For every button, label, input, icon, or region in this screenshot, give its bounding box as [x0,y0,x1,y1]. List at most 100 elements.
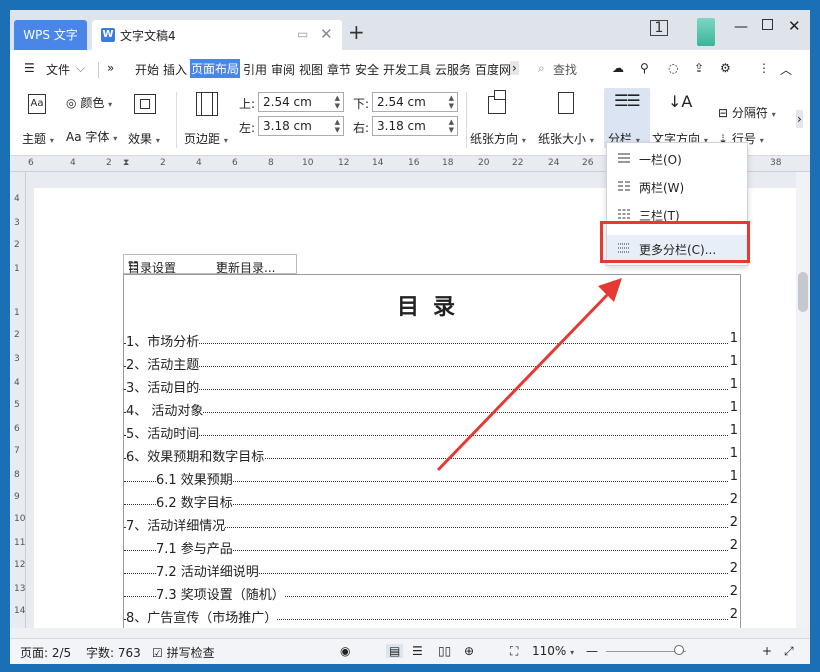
page-indicator[interactable]: 页面: 2/5 [20,644,71,661]
toc-entry[interactable]: 5、活动时间 1 [124,423,742,443]
document-tab[interactable]: W 文字文稿4 ▭ ✕ [92,20,342,50]
spell-check-button[interactable]: ☑ 拼写检查 [152,644,215,661]
margins-button[interactable]: 页边距 ▾ [184,130,228,147]
orientation-icon[interactable] [486,90,508,116]
toc-entry[interactable]: 1、市场分析 1 [124,331,742,351]
menu-item-two-columns[interactable]: 两栏(W) [607,173,747,201]
tab-developer[interactable]: 开发工具 [383,61,431,78]
toc-entry-page: 1 [729,354,738,369]
page-view-icon[interactable]: ▤ [386,644,404,658]
minimize-icon[interactable]: — [734,19,748,35]
orientation-button[interactable]: 纸张方向 ▾ [470,130,526,147]
toc-entry[interactable]: 2、活动主题 1 [124,354,742,374]
bottom-margin-input[interactable]: 2.54 cm ▲ ▼ [372,92,458,112]
vertical-scrollbar[interactable] [796,172,810,628]
paper-size-button[interactable]: 纸张大小 ▾ [538,130,594,147]
toc-title: 目录 [396,294,469,320]
toc-entry[interactable]: 4、 活动对象 1 [124,400,742,420]
theme-button[interactable]: 主题 ▾ [22,130,54,147]
web-view-icon[interactable]: ⊕ [464,644,474,658]
cloud-sync-icon[interactable]: ☁ [612,61,624,75]
colors-button[interactable]: ◎ 颜色 ▾ [66,94,112,111]
toc-entry[interactable]: 7.2 活动详细说明 2 [124,561,742,581]
tab-references[interactable]: 引用 [243,61,267,78]
tab-baidu[interactable]: 百度网 [475,61,511,78]
columns-icon[interactable]: ☰☰ [614,92,641,110]
table-of-contents[interactable]: 目录 1、市场分析 1 2、活动主题 1 3、活动目的 1 4、 活动对象 1 5、活动时间 1 6… [123,274,741,634]
toc-entry[interactable]: 7.3 奖项设置（随机） 2 [124,584,742,604]
word-count[interactable]: 字数: 763 [86,644,141,661]
toc-entry[interactable]: 7.1 参与产品 2 [124,538,742,558]
indent-marker-icon[interactable]: ⧗ [123,158,129,168]
avatar[interactable] [697,18,715,46]
horizontal-scrollbar[interactable] [10,628,810,638]
tab-review[interactable]: 审阅 [271,61,295,78]
toc-entry[interactable]: 6、效果预期和数字目标 1 [124,446,742,466]
text-direction-icon[interactable]: ↓A [668,92,692,111]
outline-view-icon[interactable]: ☰ [412,644,423,658]
margins-icon[interactable] [196,92,218,116]
close-tab-icon[interactable]: ✕ [320,25,333,43]
menu-item-one-column[interactable]: 一栏(O) [607,145,747,173]
collapse-ribbon-icon[interactable]: ︿ [780,61,792,78]
toc-entry[interactable]: 6.1 效果预期 1 [124,469,742,489]
eye-icon[interactable]: ◉ [340,644,350,658]
toc-entry[interactable]: 8、广告宣传（市场推广） 2 [124,607,742,627]
zoom-level[interactable]: 110% ▾ [532,644,574,658]
window-count-badge[interactable]: 1 [650,20,668,36]
tab-security[interactable]: 安全 [355,61,379,78]
scrollbar-thumb[interactable] [798,272,808,312]
collaborate-icon[interactable]: ⚲ [640,61,649,75]
fit-page-icon[interactable]: ⛶ [510,644,518,659]
fonts-button[interactable]: Aa 字体 ▾ [66,128,117,145]
monitor-icon[interactable]: ▭ [297,27,308,41]
zoom-slider-thumb[interactable] [674,645,684,655]
toc-entry-label: 6.2 数字目标 [156,492,233,511]
toc-entry[interactable]: 6.2 数字目标 2 [124,492,742,512]
wps-home-tab[interactable]: WPS 文字 [14,20,87,50]
more-tabs-icon[interactable]: » [107,61,114,75]
tab-chapter[interactable]: 章节 [327,61,351,78]
tab-view[interactable]: 视图 [299,61,323,78]
zoom-in-icon[interactable]: + [762,644,772,658]
toc-entry-label: 8、广告宣传（市场推广） [126,607,278,626]
toc-entry-page: 2 [729,584,738,599]
toc-entry-label: 4、 活动对象 [126,400,204,419]
zoom-out-icon[interactable]: — [586,644,598,658]
page-break-icon: ⊟ [718,106,729,120]
left-margin-input[interactable]: 3.18 cm ▲ ▼ [258,116,344,136]
theme-icon[interactable]: Aa [28,94,46,114]
fullscreen-icon[interactable]: ⤢ [784,644,794,659]
tab-home[interactable]: 开始 [135,61,159,78]
hamburger-icon[interactable]: ☰ [24,61,35,75]
maximize-icon[interactable] [762,19,773,30]
close-window-icon[interactable]: ✕ [788,17,801,35]
share-icon[interactable]: ⇪ [694,61,704,75]
file-menu[interactable]: 文件 [46,61,70,78]
settings-icon[interactable]: ⚙ [720,61,731,75]
comment-icon[interactable]: ◌ [668,61,678,75]
toc-entry-page: 1 [729,400,738,415]
effects-button[interactable]: 效果 ▾ [128,130,160,147]
right-margin-input[interactable]: 3.18 cm ▲ ▼ [372,116,458,136]
more-options-icon[interactable]: ⋮ [758,61,770,75]
tab-page-layout[interactable]: 页面布局 [190,59,241,78]
toc-leader-dots [124,400,728,413]
paper-size-icon[interactable] [555,90,577,116]
scroll-tabs-icon[interactable]: › [510,61,519,75]
search-box[interactable]: 查找 [553,61,577,78]
three-columns-icon [617,208,631,220]
effects-icon[interactable] [134,94,156,114]
toc-entry[interactable]: 3、活动目的 1 [124,377,742,397]
new-tab-button[interactable]: + [348,22,365,42]
toc-entry-page: 1 [729,446,738,461]
tab-cloud[interactable]: 云服务 [435,61,471,78]
ribbon-scroll-right-icon[interactable]: › [796,110,803,128]
toc-entry[interactable]: 7、活动详细情况 2 [124,515,742,535]
tab-insert[interactable]: 插入 [163,61,187,78]
reading-mode-icon[interactable]: ▯▯ [438,644,451,658]
top-margin-input[interactable]: 2.54 cm ▲ ▼ [258,92,344,112]
search-icon[interactable]: ⌕ [538,61,545,76]
chevron-down-icon[interactable]: ⌵ [76,61,85,76]
separator-button[interactable]: ⊟ 分隔符 ▾ [718,104,776,121]
